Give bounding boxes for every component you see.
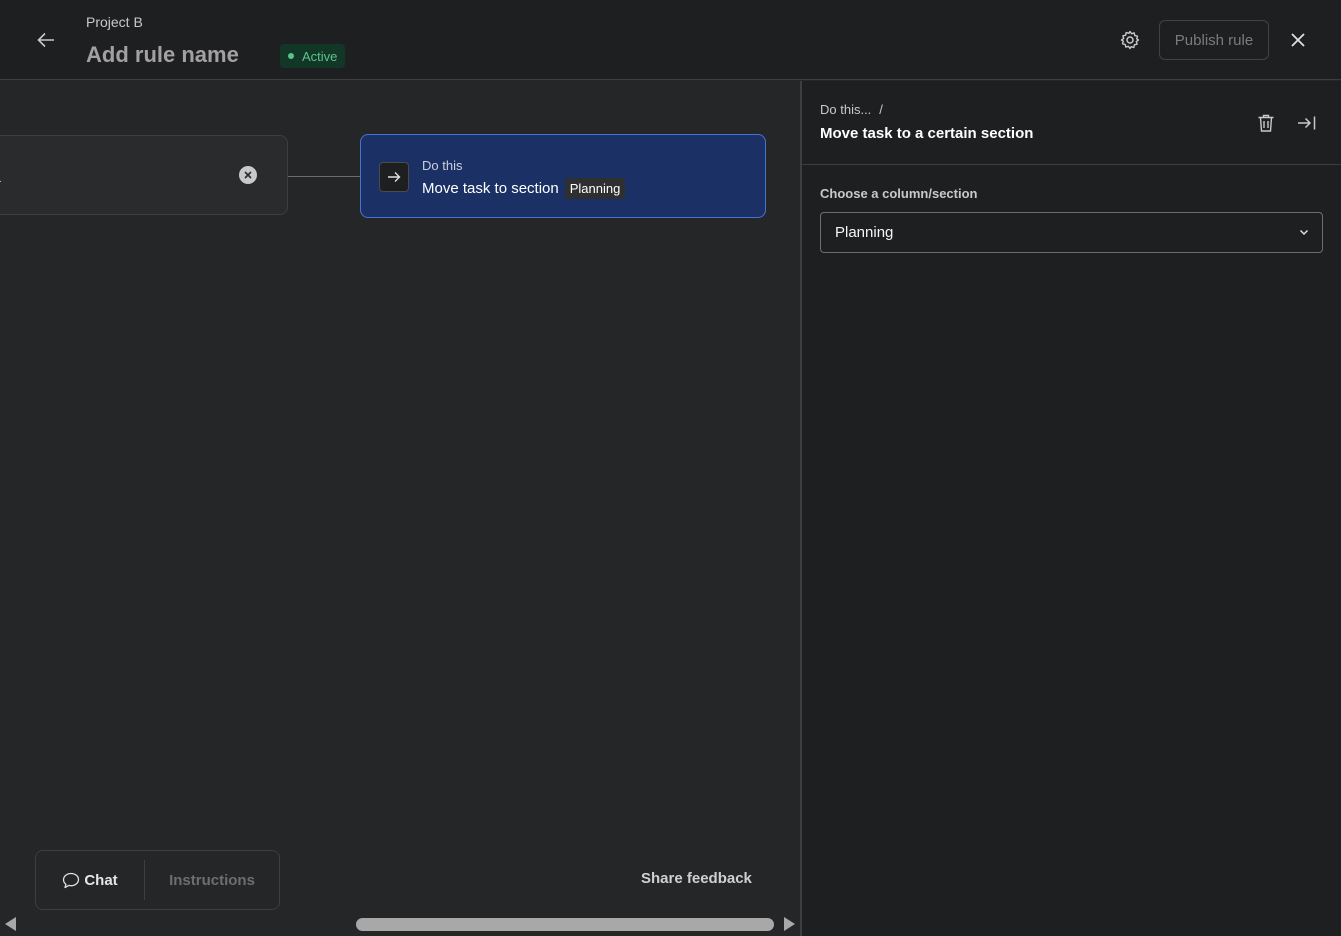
trash-icon — [1258, 114, 1274, 132]
scroll-right-arrow[interactable] — [784, 917, 795, 931]
tab-chat[interactable]: Chat — [36, 851, 144, 909]
action-title: Move task to section Planning — [422, 178, 626, 199]
action-node[interactable]: Do this Move task to section Planning — [360, 134, 766, 218]
action-kicker: Do this — [422, 158, 463, 173]
action-title-text: Move task to section — [422, 180, 559, 197]
share-feedback-link[interactable]: Share feedback — [641, 870, 752, 887]
back-button[interactable] — [30, 24, 62, 56]
trigger-node[interactable]: . — [0, 135, 288, 215]
publish-rule-button[interactable]: Publish rule — [1159, 20, 1269, 60]
settings-button[interactable] — [1116, 26, 1144, 54]
section-field-label: Choose a column/section — [820, 186, 978, 201]
section-select[interactable]: Planning — [820, 212, 1323, 253]
section-chip: Planning — [564, 178, 626, 199]
scroll-thumb[interactable] — [356, 918, 774, 931]
action-detail-panel: Do this... / Move task to a certain secti… — [800, 81, 1341, 936]
node-connector — [288, 176, 360, 177]
horizontal-scrollbar[interactable] — [0, 913, 800, 935]
breadcrumb-separator: / — [879, 102, 883, 117]
status-badge: Active — [280, 44, 346, 68]
tab-instructions[interactable]: Instructions — [145, 851, 279, 909]
rule-name-input[interactable]: Add rule name — [86, 42, 239, 68]
collapse-panel-button[interactable] — [1295, 111, 1319, 135]
delete-action-button[interactable] — [1254, 111, 1278, 135]
panel-header: Do this... / Move task to a certain secti… — [802, 81, 1341, 165]
scroll-left-arrow[interactable] — [5, 917, 16, 931]
status-dot — [288, 53, 294, 59]
remove-trigger-button[interactable] — [239, 166, 257, 184]
tab-chat-label: Chat — [84, 871, 118, 889]
trigger-text: . — [0, 174, 2, 185]
chat-bubble-icon — [63, 872, 80, 888]
action-icon-box — [379, 162, 409, 192]
status-label: Active — [302, 48, 338, 64]
chevron-down-icon — [1299, 229, 1309, 236]
breadcrumb-item[interactable]: Do this... — [820, 102, 871, 117]
arrow-right-icon — [388, 172, 401, 182]
arrow-left-icon — [37, 32, 54, 48]
rule-canvas[interactable]: . Do this Move task to section Planning … — [0, 81, 800, 936]
close-button[interactable] — [1284, 26, 1312, 54]
breadcrumb: Do this... / — [820, 102, 883, 117]
gear-icon — [1120, 30, 1140, 50]
x-circle-icon — [244, 171, 252, 179]
top-bar: Project B Add rule name Active Publish r… — [0, 0, 1341, 80]
section-select-value: Planning — [835, 224, 894, 241]
panel-title: Move task to a certain section — [820, 125, 1034, 142]
close-icon — [1291, 33, 1305, 47]
collapse-panel-icon — [1298, 116, 1316, 130]
project-name[interactable]: Project B — [86, 14, 143, 30]
bottom-tabs: Chat Instructions — [35, 850, 280, 910]
